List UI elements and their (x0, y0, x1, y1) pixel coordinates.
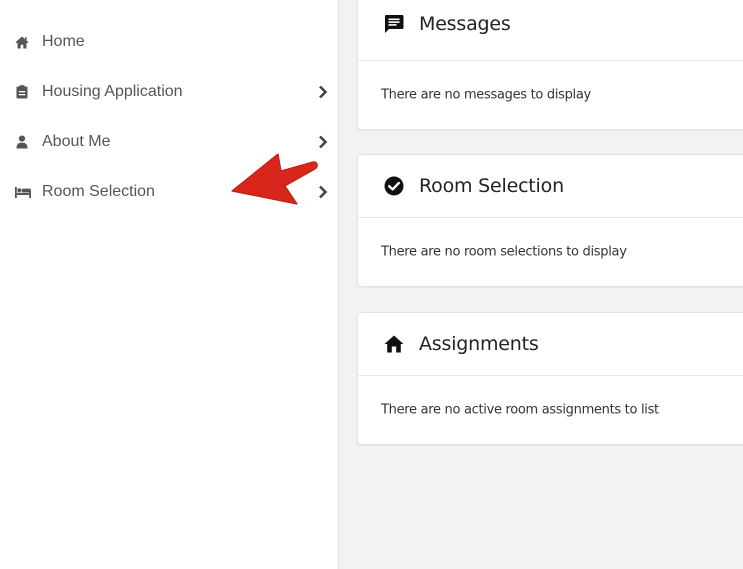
main-content: Messages There are no messages to displa… (339, 0, 743, 569)
sidebar-item-housing-application[interactable]: Housing Application (0, 72, 338, 112)
card-header: Assignments (358, 313, 743, 376)
clipboard-icon (15, 85, 29, 99)
chevron-right-icon[interactable] (317, 185, 329, 199)
empty-state-text: There are no active room assignments to … (381, 402, 659, 418)
sidebar-item-label: About Me (42, 133, 111, 150)
sidebar-item-label: Housing Application (42, 83, 183, 100)
assignments-card: Assignments There are no active room ass… (357, 312, 743, 445)
user-icon (15, 135, 29, 149)
check-circle-icon (383, 175, 405, 197)
empty-state-text: There are no messages to display (381, 87, 591, 103)
card-body: There are no messages to display (358, 61, 743, 129)
sidebar-item-label: Room Selection (42, 183, 155, 200)
room-selection-card: Room Selection There are no room selecti… (357, 154, 743, 287)
bed-icon (15, 185, 31, 199)
card-title: Messages (419, 13, 511, 35)
card-body: There are no active room assignments to … (358, 376, 743, 444)
page: Home Housing Application About Me Room S… (0, 0, 743, 569)
sidebar-item-label: Home (42, 33, 85, 50)
sidebar-item-home[interactable]: Home (0, 22, 338, 62)
sidebar: Home Housing Application About Me Room S… (0, 0, 339, 569)
card-header: Messages (358, 0, 743, 61)
card-title: Assignments (419, 333, 539, 355)
messages-card: Messages There are no messages to displa… (357, 0, 743, 130)
sidebar-item-room-selection[interactable]: Room Selection (0, 172, 338, 212)
home-icon (383, 333, 405, 355)
card-body: There are no room selections to display (358, 218, 743, 286)
chevron-right-icon[interactable] (317, 85, 329, 99)
sidebar-item-about-me[interactable]: About Me (0, 122, 338, 162)
empty-state-text: There are no room selections to display (381, 244, 627, 260)
chevron-right-icon[interactable] (317, 135, 329, 149)
home-icon (15, 35, 29, 49)
card-title: Room Selection (419, 175, 564, 197)
card-header: Room Selection (358, 155, 743, 218)
message-icon (383, 13, 405, 35)
